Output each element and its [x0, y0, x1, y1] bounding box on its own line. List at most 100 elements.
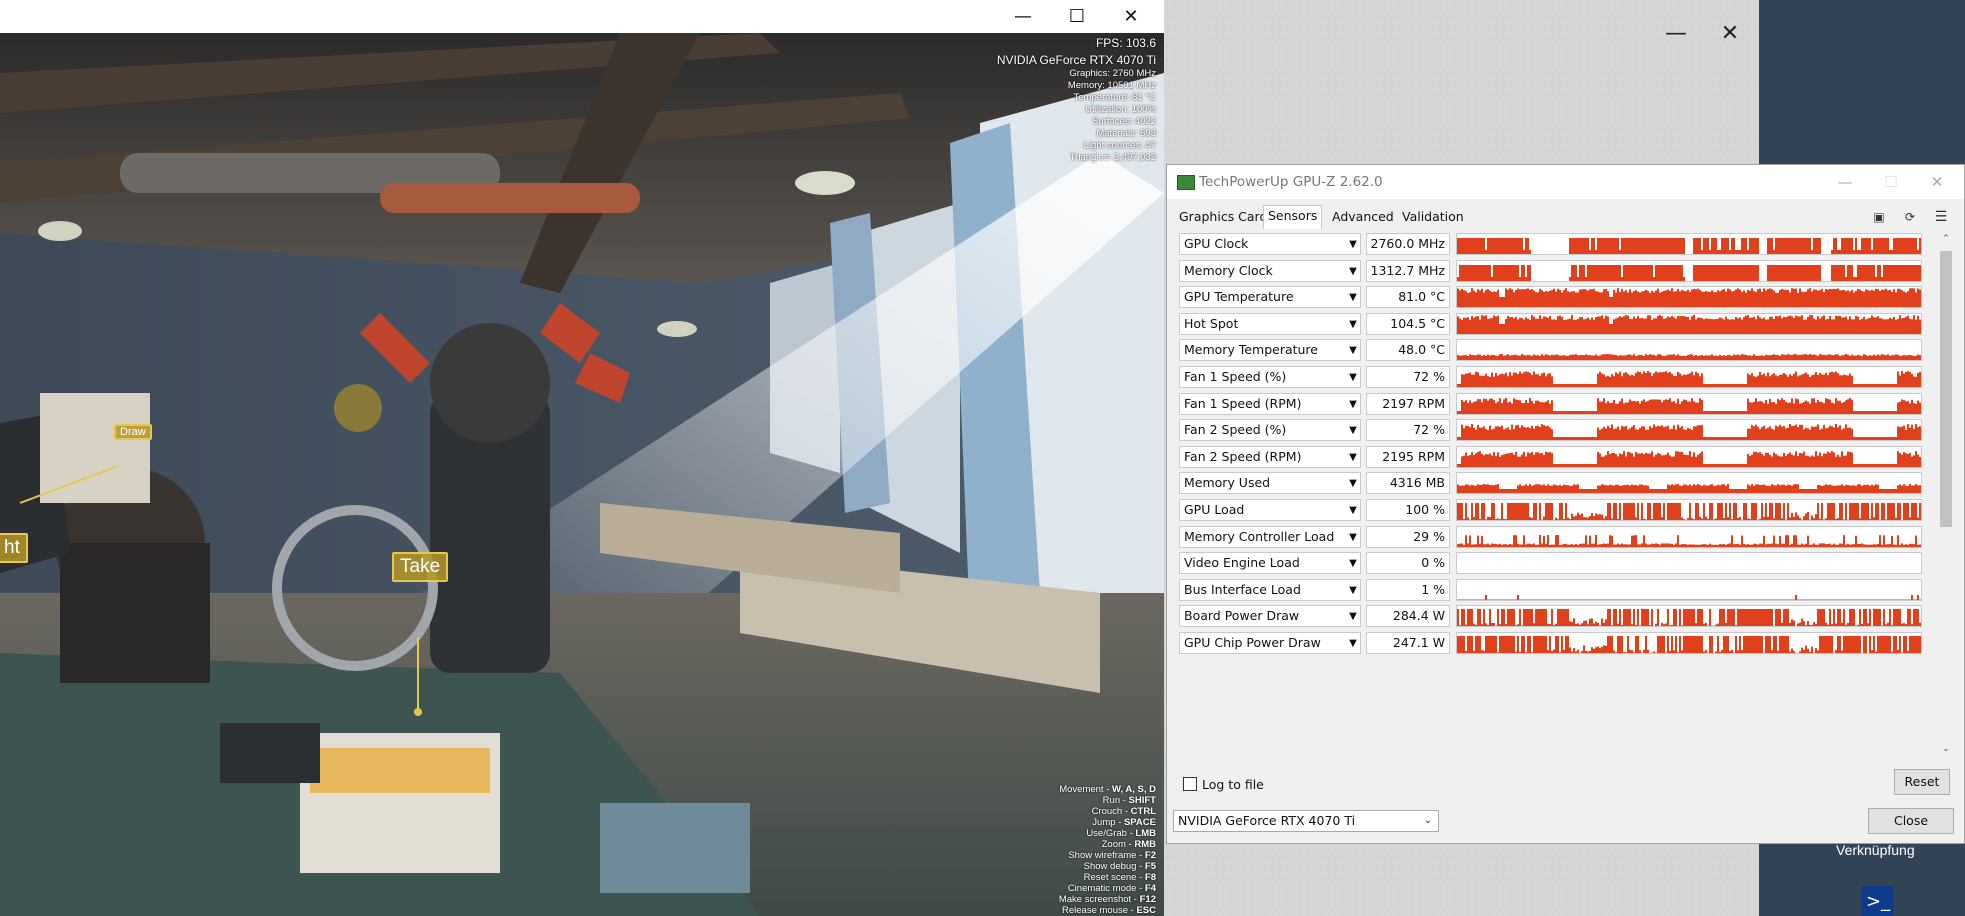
sensor-graph-plot	[1457, 609, 1921, 627]
sensor-graph-plot	[1457, 503, 1921, 520]
sensor-name-dropdown[interactable]: Memory Temperature ▼	[1179, 339, 1361, 362]
tab-advanced[interactable]: Advanced	[1328, 207, 1398, 229]
game-window[interactable]: — ☐ ✕ FPS: 103.6 NVIDIA GeForce RTX 4070…	[0, 0, 1164, 916]
tab-validation[interactable]: Validation	[1398, 207, 1468, 229]
desktop-shortcut-label[interactable]: Verknüpfung	[1836, 842, 1915, 858]
sensor-value: 4316 MB	[1366, 472, 1450, 495]
sensor-name-dropdown[interactable]: GPU Load ▼	[1179, 499, 1361, 521]
sensor-row: Fan 1 Speed (%) ▼ 72 %	[1174, 364, 1946, 391]
sensor-name: Board Power Draw	[1184, 608, 1300, 624]
sensor-name-dropdown[interactable]: Memory Controller Load ▼	[1179, 525, 1361, 548]
game-scene[interactable]	[0, 33, 1164, 916]
stat-utilization: Utilization: 100%	[1085, 104, 1156, 115]
sensor-name-dropdown[interactable]: Fan 1 Speed (RPM) ▼	[1179, 392, 1361, 415]
scroll-up-icon[interactable]: ⌃	[1937, 231, 1955, 247]
sensor-name-dropdown[interactable]: GPU Chip Power Draw ▼	[1179, 632, 1361, 654]
chevron-down-icon: ⌄	[1423, 815, 1432, 826]
sensor-name: Fan 1 Speed (RPM)	[1184, 395, 1302, 411]
dropdown-arrow-icon[interactable]: ▼	[1345, 584, 1360, 598]
sensor-name-dropdown[interactable]: Hot Spot ▼	[1179, 312, 1361, 335]
dropdown-arrow-icon[interactable]: ▼	[1345, 557, 1360, 571]
refresh-icon[interactable]: ⟳	[1901, 208, 1919, 226]
tab-sensors[interactable]: Sensors	[1263, 205, 1323, 229]
dropdown-arrow-icon[interactable]: ▼	[1345, 451, 1360, 465]
sensor-row: Hot Spot ▼ 104.5 °C	[1174, 311, 1946, 338]
sensor-graph	[1456, 366, 1922, 388]
camera-icon[interactable]: ▣	[1870, 208, 1888, 226]
sensor-graph	[1456, 525, 1922, 548]
minimize-button[interactable]: —	[1000, 0, 1046, 33]
dropdown-arrow-icon[interactable]: ▼	[1345, 398, 1360, 412]
sensor-graph-plot	[1457, 238, 1921, 254]
sensor-name-dropdown[interactable]: Fan 1 Speed (%) ▼	[1179, 366, 1361, 388]
controls-help-action: Cinematic mode -	[1067, 883, 1145, 894]
log-to-file-option[interactable]: Log to file	[1183, 775, 1264, 793]
tab-graphics-card[interactable]: Graphics Card	[1175, 207, 1271, 229]
controls-help-key: SHIFT	[1128, 795, 1156, 806]
dropdown-arrow-icon[interactable]: ▼	[1345, 504, 1360, 518]
sensor-graph-plot	[1457, 371, 1921, 387]
sensor-name-dropdown[interactable]: Memory Used ▼	[1179, 472, 1361, 495]
close-button[interactable]: ✕	[1108, 0, 1154, 33]
reset-button[interactable]: Reset	[1894, 769, 1950, 795]
sensor-graph-area	[1457, 636, 1921, 653]
sensor-graph-area	[1457, 450, 1921, 467]
sensor-name-dropdown[interactable]: Bus Interface Load ▼	[1179, 578, 1361, 601]
sensor-graph-area	[1457, 503, 1921, 520]
sensor-value: 1 %	[1366, 578, 1450, 601]
sensor-name-dropdown[interactable]: Memory Clock ▼	[1179, 259, 1361, 282]
sensor-row: Fan 2 Speed (%) ▼ 72 %	[1174, 417, 1946, 444]
stat-materials: Materials: 593	[1096, 128, 1156, 139]
dropdown-arrow-icon[interactable]: ▼	[1345, 371, 1360, 385]
scrollbar-thumb[interactable]	[1940, 251, 1952, 527]
sensor-graph-plot	[1457, 534, 1921, 547]
sensor-name-dropdown[interactable]: GPU Clock ▼	[1179, 233, 1361, 255]
gpu-stats-overlay: Graphics: 2760 MHz Memory: 10501 MHz Tem…	[1068, 68, 1156, 164]
powershell-icon[interactable]: >_	[1862, 886, 1894, 916]
sensor-graph-plot	[1457, 484, 1921, 494]
dropdown-arrow-icon[interactable]: ▼	[1345, 291, 1360, 305]
sensor-name-dropdown[interactable]: GPU Temperature ▼	[1179, 286, 1361, 309]
dropdown-arrow-icon[interactable]: ▼	[1345, 531, 1360, 545]
sensor-name-dropdown[interactable]: Fan 2 Speed (%) ▼	[1179, 419, 1361, 442]
sensor-name-dropdown[interactable]: Fan 2 Speed (RPM) ▼	[1179, 445, 1361, 468]
dropdown-arrow-icon[interactable]: ▼	[1345, 610, 1360, 624]
dropdown-arrow-icon[interactable]: ▼	[1345, 265, 1360, 279]
controls-help-row: Release mouse - ESC	[1059, 905, 1156, 916]
back-window-close-button[interactable]: ✕	[1707, 10, 1753, 56]
close-button-gpuz[interactable]: Close	[1868, 808, 1954, 834]
sensor-graph-plot	[1457, 354, 1921, 361]
stat-graphics: Graphics: 2760 MHz	[1069, 68, 1156, 79]
sensor-row: GPU Clock ▼ 2760.0 MHz	[1174, 231, 1946, 258]
scroll-down-icon[interactable]: ⌄	[1937, 741, 1955, 757]
sensor-name: Memory Clock	[1184, 262, 1273, 278]
take-hint: Take	[392, 552, 449, 582]
dropdown-arrow-icon[interactable]: ▼	[1345, 424, 1360, 438]
dropdown-arrow-icon[interactable]: ▼	[1345, 344, 1360, 358]
sensor-value: 2195 RPM	[1366, 445, 1450, 468]
sensor-name: Fan 2 Speed (RPM)	[1184, 448, 1302, 464]
back-window-minimize-button[interactable]: —	[1653, 10, 1699, 56]
sensor-value: 29 %	[1366, 525, 1450, 548]
log-to-file-checkbox[interactable]	[1183, 777, 1197, 791]
dropdown-arrow-icon[interactable]: ▼	[1345, 637, 1360, 651]
sensor-name-dropdown[interactable]: Board Power Draw ▼	[1179, 605, 1361, 628]
sensor-row: Memory Temperature ▼ 48.0 °C	[1174, 337, 1946, 364]
sensor-row: GPU Temperature ▼ 81.0 °C	[1174, 284, 1946, 311]
controls-help-row: Run - SHIFT	[1059, 795, 1156, 806]
maximize-button[interactable]: ☐	[1054, 0, 1100, 33]
gpuz-close-button[interactable]: ✕	[1914, 165, 1960, 199]
dropdown-arrow-icon[interactable]: ▼	[1345, 477, 1360, 491]
menu-icon[interactable]: ☰	[1932, 208, 1950, 226]
gpuz-window[interactable]: TechPowerUp GPU-Z 2.62.0 — ☐ ✕ Graphics …	[1166, 164, 1965, 844]
gpuz-minimize-button[interactable]: —	[1822, 165, 1868, 199]
sensor-row: Video Engine Load ▼ 0 %	[1174, 550, 1946, 577]
sensor-name-dropdown[interactable]: Video Engine Load ▼	[1179, 552, 1361, 575]
sensor-scrollbar[interactable]: ⌃ ⌄	[1937, 231, 1955, 757]
dropdown-arrow-icon[interactable]: ▼	[1345, 238, 1360, 252]
dropdown-arrow-icon[interactable]: ▼	[1345, 318, 1360, 332]
gpu-select[interactable]: NVIDIA GeForce RTX 4070 Ti ⌄	[1173, 810, 1439, 832]
controls-help-action: Show debug -	[1083, 861, 1145, 872]
stat-light-sources: Light sources: 47	[1083, 140, 1156, 151]
sensor-name: GPU Clock	[1184, 236, 1249, 251]
